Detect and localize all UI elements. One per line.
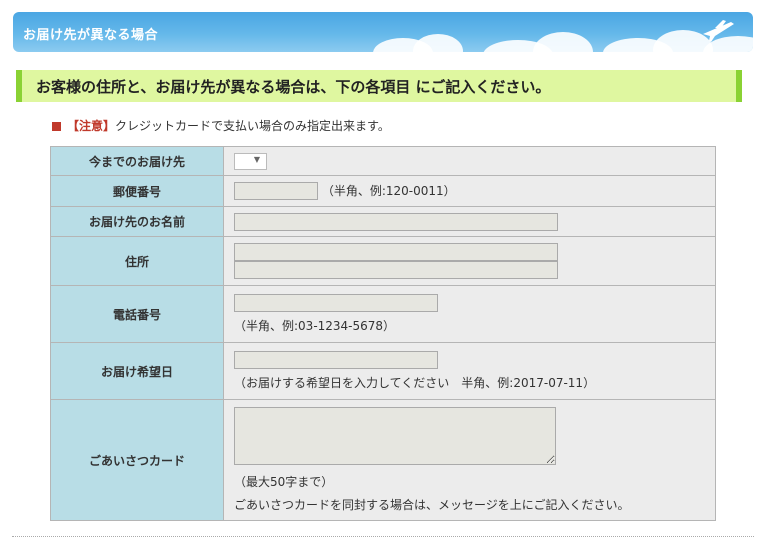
bullet-square-icon — [52, 122, 61, 131]
cloud-decoration — [533, 32, 593, 52]
form-row-postal: 郵便番号 （半角、例:120-0011） — [50, 175, 716, 207]
date-hint: （お届けする希望日を入力してください 半角、例:2017-07-11） — [234, 376, 596, 390]
address-line2-input[interactable] — [234, 261, 558, 279]
previous-label: 今までのお届け先 — [50, 146, 224, 176]
previous-address-select[interactable]: ▼ — [234, 152, 267, 170]
form-row-date: お届け希望日 （お届けする希望日を入力してください 半角、例:2017-07-1… — [50, 342, 716, 400]
form-row-phone: 電話番号 （半角、例:03-1234-5678） — [50, 285, 716, 343]
delivery-form-table: 今までのお届け先 ▼ 郵便番号 （半角、例:120-0011） お届け先のお名前… — [50, 146, 716, 521]
caution-label: 【注意】 — [67, 119, 116, 133]
airplane-icon — [703, 20, 734, 42]
date-label: お届け希望日 — [50, 342, 224, 400]
divider — [12, 536, 754, 537]
delivery-date-input[interactable] — [234, 351, 438, 369]
card-label: ごあいさつカード — [50, 399, 224, 521]
card-hint-instruction: ごあいさつカードを同封する場合は、メッセージを上にご記入ください。 — [234, 498, 630, 512]
postal-hint: （半角、例:120-0011） — [321, 183, 456, 198]
greeting-card-message-textarea[interactable] — [234, 407, 556, 465]
recipient-name-input[interactable] — [234, 212, 558, 231]
section-title: お届け先が異なる場合 — [23, 28, 159, 43]
form-row-card: ごあいさつカード （最大50字まで） ごあいさつカードを同封する場合は、メッセー… — [50, 399, 716, 521]
address-line1-input[interactable] — [234, 243, 558, 261]
notice-banner: お客様の住所と、お届け先が異なる場合は、下の各項目 にご記入ください。 — [16, 70, 742, 102]
form-row-previous: 今までのお届け先 ▼ — [50, 146, 716, 176]
postal-label: 郵便番号 — [50, 175, 224, 207]
card-hint-limit: （最大50字まで） — [234, 475, 334, 489]
notice-text: お客様の住所と、お届け先が異なる場合は、下の各項目 にご記入ください。 — [36, 78, 551, 96]
postal-code-input[interactable] — [234, 182, 318, 201]
name-label: お届け先のお名前 — [50, 206, 224, 237]
form-row-address: 住所 — [50, 236, 716, 286]
phone-hint: （半角、例:03-1234-5678） — [234, 319, 396, 333]
caution-note: 【注意】クレジットカードで支払い場合のみ指定出来ます。 — [52, 117, 390, 134]
caution-text: クレジットカードで支払い場合のみ指定出来ます。 — [115, 119, 390, 133]
section-header: お届け先が異なる場合 — [13, 12, 753, 52]
phone-input[interactable] — [234, 294, 438, 312]
phone-label: 電話番号 — [50, 285, 224, 343]
form-row-name: お届け先のお名前 — [50, 206, 716, 237]
cloud-decoration — [413, 34, 463, 52]
address-label: 住所 — [50, 236, 224, 286]
chevron-down-icon: ▼ — [253, 154, 260, 164]
